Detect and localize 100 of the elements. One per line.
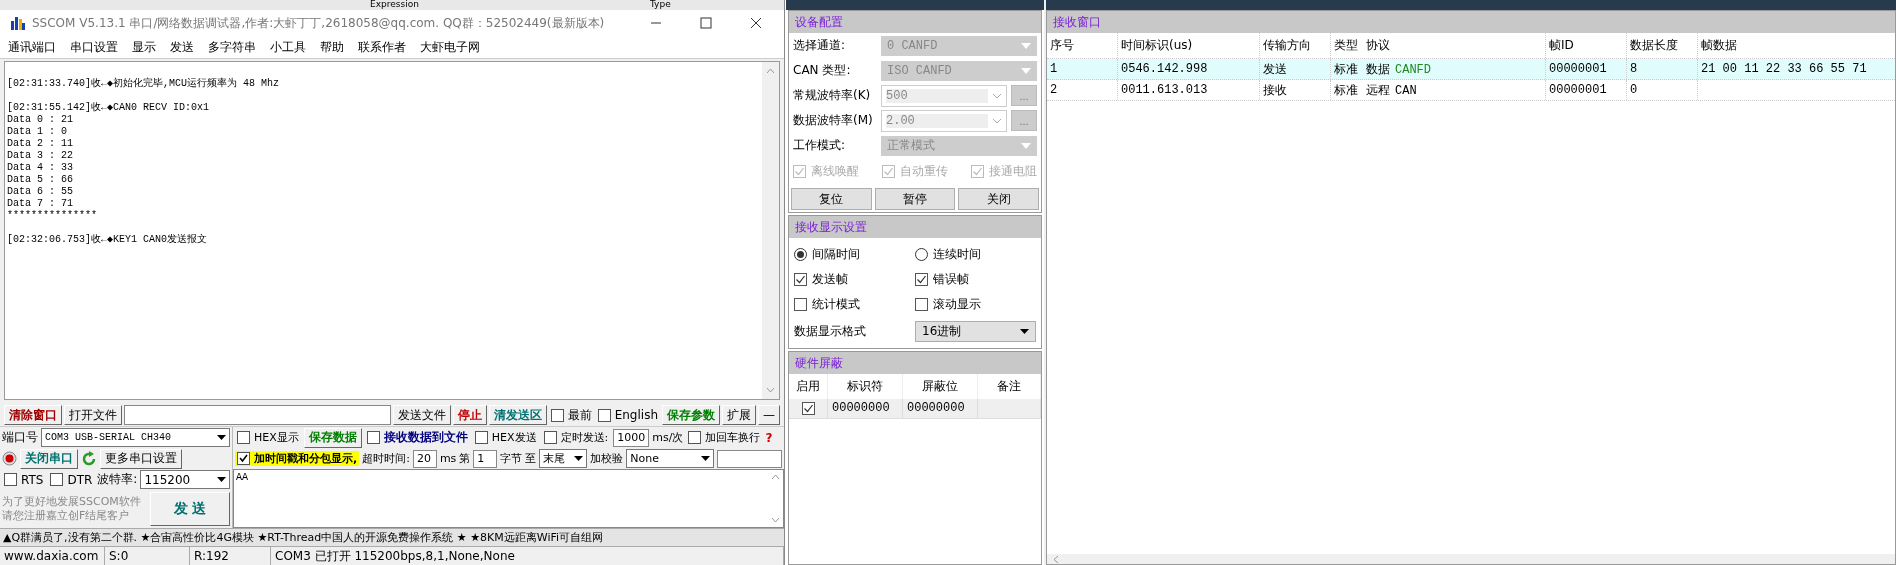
table-cell: 1 xyxy=(1047,59,1118,79)
menu-item[interactable]: 大虾电子网 xyxy=(420,38,480,56)
caret-icon xyxy=(1021,42,1031,49)
checkbox[interactable]: HEX显示 xyxy=(235,430,301,445)
frame-type-text: 远程 xyxy=(1366,83,1390,97)
close-port-button[interactable]: 关闭串口 xyxy=(20,448,78,469)
save-data-button[interactable]: 保存数据 xyxy=(303,427,362,448)
toolbar-button[interactable]: 停止 xyxy=(452,405,487,425)
notice-text: 为了更好地发展SSCOM软件 xyxy=(2,495,142,509)
scrollbar[interactable] xyxy=(762,62,779,399)
menu-item[interactable]: 串口设置 xyxy=(70,38,118,56)
scroll-down-icon[interactable] xyxy=(771,517,780,523)
input-field[interactable]: 1000 xyxy=(613,428,650,447)
checkbox[interactable]: English xyxy=(595,408,660,422)
panel-button[interactable]: 复位 xyxy=(791,188,872,210)
toolbar-button[interactable]: 扩展 xyxy=(722,405,756,425)
log-line: Data 5 : 66 xyxy=(7,174,74,186)
scroll-down-icon[interactable] xyxy=(766,387,775,393)
toolbar-button[interactable]: — xyxy=(758,405,780,425)
checkbox[interactable]: 加时间戳和分包显示, xyxy=(235,451,360,466)
checkbox[interactable] xyxy=(801,402,815,415)
scrollbar[interactable] xyxy=(1047,554,1895,564)
scroll-up-icon[interactable] xyxy=(771,474,780,480)
status-cell: COM3 已打开 115200bps,8,1,None,None xyxy=(271,547,784,565)
log-line: [02:31:33.740]收←◆初始化完毕,MCU运行频率为 48 Mhz xyxy=(7,78,281,90)
status-cell: S:0 xyxy=(105,547,190,565)
checkbox[interactable]: 滚动显示 xyxy=(915,296,1036,313)
checkbox[interactable]: 接收数据到文件 xyxy=(364,429,470,446)
log-line: Data 3 : 22 xyxy=(7,150,74,162)
input-field[interactable]: 20 xyxy=(412,449,437,468)
panel-button[interactable]: 暂停 xyxy=(874,188,956,210)
caret-icon xyxy=(1021,142,1031,149)
menu-item[interactable]: 联系作者 xyxy=(358,38,406,56)
close-icon[interactable] xyxy=(750,17,762,29)
radio-button[interactable]: 间隔时间 xyxy=(794,246,915,263)
dropdown[interactable]: None xyxy=(626,449,715,468)
input-field[interactable] xyxy=(717,449,782,468)
baud-dropdown[interactable]: 115200 xyxy=(140,470,230,489)
column-header: Expression xyxy=(370,0,419,9)
column-header: 时间标识(us) xyxy=(1118,33,1260,58)
checkbox[interactable]: HEX发送 xyxy=(472,430,539,445)
notice-text: 请您注册嘉立创F结尾客户 xyxy=(2,509,131,523)
menu-item[interactable]: 通讯端口 xyxy=(8,38,56,56)
menu-item[interactable]: 多字符串 xyxy=(208,38,256,56)
table-row[interactable]: 1 0546.142.998 发送 标准 数据 CANFD 00000001 8 21 00 11 22 33 66 55 71 xyxy=(1047,59,1895,80)
help-icon[interactable]: ? xyxy=(765,430,773,445)
caret-icon xyxy=(574,456,584,461)
send-button[interactable]: 发 送 xyxy=(150,492,230,526)
table-cell-text: 21 00 11 22 33 66 55 71 xyxy=(1700,61,1868,78)
radio-button[interactable]: 连续时间 xyxy=(915,246,1036,263)
scroll-left-icon[interactable] xyxy=(1053,554,1059,564)
menu-item[interactable]: 小工具 xyxy=(270,38,306,56)
file-path-field[interactable] xyxy=(124,405,391,425)
caret-icon xyxy=(217,477,226,482)
chevron-icon xyxy=(992,117,1002,124)
maximize-icon[interactable] xyxy=(700,17,712,29)
checkbox[interactable]: DTR xyxy=(48,472,95,487)
checkbox[interactable]: RTS xyxy=(2,472,46,487)
scroll-up-icon[interactable] xyxy=(766,68,775,74)
checkbox[interactable]: 发送帧 xyxy=(794,271,915,288)
section-header: 接收显示设置 xyxy=(789,216,1041,238)
checkbox[interactable]: 定时发送: xyxy=(541,430,611,445)
check-icon xyxy=(883,165,894,177)
column-header: 类型 xyxy=(1333,37,1359,54)
toolbar-button[interactable]: 打开文件 xyxy=(64,405,122,425)
more-settings-button[interactable]: 更多串口设置 xyxy=(100,448,182,469)
column-header: 协议 xyxy=(1363,33,1546,58)
field-label: 工作模式: xyxy=(793,137,847,154)
table-cell: 0546.142.998 xyxy=(1118,59,1260,79)
checkbox[interactable]: 最前 xyxy=(548,406,594,424)
toolbar-button[interactable]: 保存参数 xyxy=(662,405,720,425)
dropdown[interactable]: 末尾 xyxy=(539,449,588,468)
menu-item[interactable]: 帮助 xyxy=(320,38,344,56)
column-header: 传输方向 xyxy=(1260,33,1331,58)
toolbar-button[interactable]: 发送文件 xyxy=(392,405,451,425)
send-text-area[interactable]: AA xyxy=(233,469,784,528)
format-dropdown[interactable]: 16进制 xyxy=(915,321,1036,342)
table-cell: 00000001 xyxy=(1546,59,1627,79)
table-row[interactable]: 2 0011.613.013 接收 标准 远程 CAN 00000001 0 xyxy=(1047,80,1895,101)
checkbox[interactable]: 加回车换行 xyxy=(686,430,763,445)
table-cell: 发送 xyxy=(1260,59,1331,79)
log-line: *************** xyxy=(7,210,98,222)
input-field[interactable]: 1 xyxy=(473,449,498,468)
menu-item[interactable]: 显示 xyxy=(132,38,156,56)
menu-item[interactable]: 发送 xyxy=(170,38,194,56)
caret-icon xyxy=(1020,329,1029,334)
check-icon xyxy=(239,454,248,463)
refresh-icon[interactable] xyxy=(81,450,97,467)
checkbox[interactable]: 统计模式 xyxy=(794,296,915,313)
column-header: 序号 xyxy=(1047,33,1118,58)
port-dropdown[interactable]: COM3 USB-SERIAL CH340 xyxy=(41,428,230,447)
protocol-text: CAN xyxy=(1395,84,1417,98)
field-label: 数据波特率(M) xyxy=(793,112,874,129)
panel-button[interactable]: 关闭 xyxy=(958,188,1039,210)
checkbox[interactable]: 错误帧 xyxy=(915,271,1036,288)
log-line: [02:31:55.142]收←◆CAN0 RECV ID:0x1 xyxy=(7,102,211,114)
toolbar-button[interactable]: 清发送区 xyxy=(488,405,547,425)
table-cell-text: 标准 xyxy=(1333,82,1359,99)
log-line: Data 2 : 11 xyxy=(7,138,74,150)
toolbar-button[interactable]: 清除窗口 xyxy=(4,405,62,425)
